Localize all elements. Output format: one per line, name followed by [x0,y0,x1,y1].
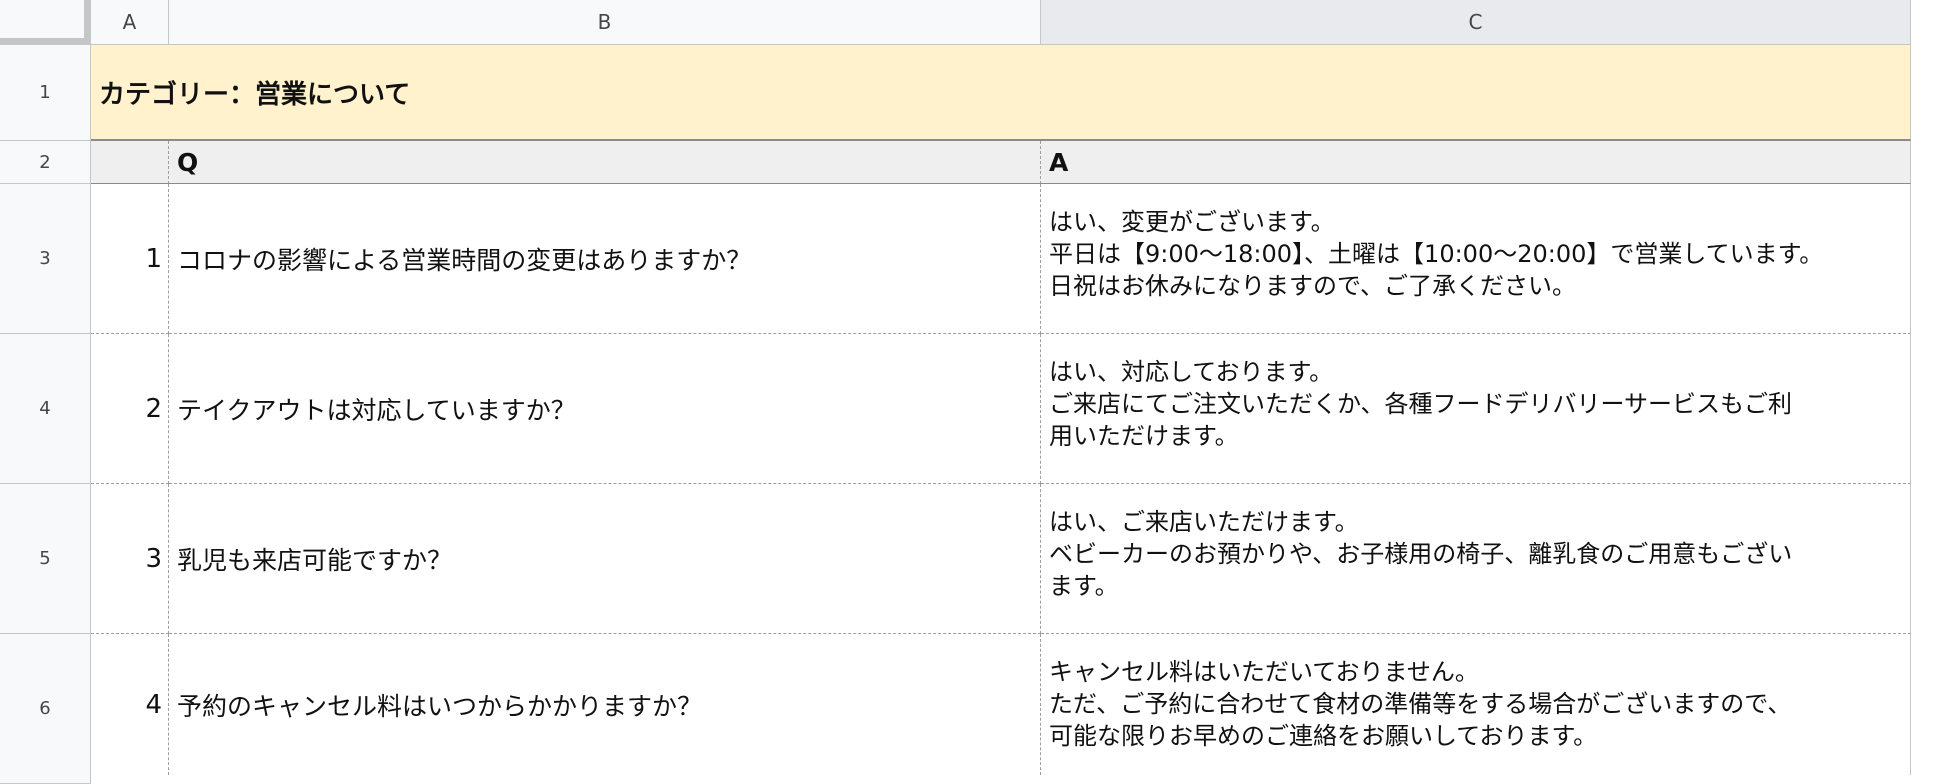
column-header-b[interactable]: B [169,0,1041,45]
row-header-6[interactable]: 6 [0,634,91,784]
faq-answer-cell[interactable]: はい、対応しております。 ご来店にてご注文いただくか、各種フードデリバリーサービ… [1041,334,1911,484]
answer-line: はい、対応しております。 [1049,358,1334,386]
faq-question-cell[interactable]: コロナの影響による営業時間の変更はありますか？ [169,184,1041,334]
freeze-row-handle[interactable] [0,38,91,45]
row-header-5[interactable]: 5 [0,484,91,634]
faq-answer-cell[interactable]: キャンセル料はいただいておりません。 ただ、ご予約に合わせて食材の準備等をする場… [1041,634,1911,775]
faq-number-cell[interactable]: 2 [91,334,169,484]
answer-line: 用いただけます。 [1049,422,1239,450]
answer-line: ただ、ご予約に合わせて食材の準備等をする場合がございますので、 [1049,690,1792,718]
row-header-4[interactable]: 4 [0,334,91,484]
answer-line: はい、変更がございます。 [1049,208,1335,236]
answer-line: 日祝はお休みになりますので、ご了承ください。 [1049,272,1577,300]
answer-line: ます。 [1049,572,1119,600]
row-header-2[interactable]: 2 [0,141,91,184]
header-cell-a[interactable] [91,141,169,184]
faq-number-cell[interactable]: 4 [91,634,169,775]
header-cell-q[interactable]: Q [169,141,1041,184]
category-title-cell[interactable]: カテゴリー：営業について [91,45,1911,141]
header-cell-a-answer[interactable]: A [1041,141,1911,184]
faq-number-cell[interactable]: 1 [91,184,169,334]
row-header-3[interactable]: 3 [0,184,91,334]
answer-line: ご来店にてご注文いただくか、各種フードデリバリーサービスもご利 [1049,390,1793,418]
answer-line: 可能な限りお早めのご連絡をお願いしております。 [1049,722,1598,750]
faq-question-cell[interactable]: 予約のキャンセル料はいつからかかりますか？ [169,634,1041,775]
faq-question-cell[interactable]: 乳児も来店可能ですか？ [169,484,1041,634]
column-header-c[interactable]: C [1041,0,1911,45]
faq-answer-cell[interactable]: はい、ご来店いただけます。 ベビーカーのお預かりや、お子様用の椅子、離乳食のご用… [1041,484,1911,634]
answer-line: 平日は【9:00〜18:00】、土曜は【10:00〜20:00】で営業しています… [1049,240,1824,268]
faq-number-cell[interactable]: 3 [91,484,169,634]
answer-line: キャンセル料はいただいておりません。 [1049,658,1479,686]
answer-line: ベビーカーのお預かりや、お子様用の椅子、離乳食のご用意もござい [1049,540,1793,568]
row-header-1[interactable]: 1 [0,45,91,141]
answer-line: はい、ご来店いただけます。 [1049,508,1359,536]
column-header-a[interactable]: A [91,0,169,45]
faq-answer-cell[interactable]: はい、変更がございます。 平日は【9:00〜18:00】、土曜は【10:00〜2… [1041,184,1911,334]
faq-question-cell[interactable]: テイクアウトは対応していますか？ [169,334,1041,484]
